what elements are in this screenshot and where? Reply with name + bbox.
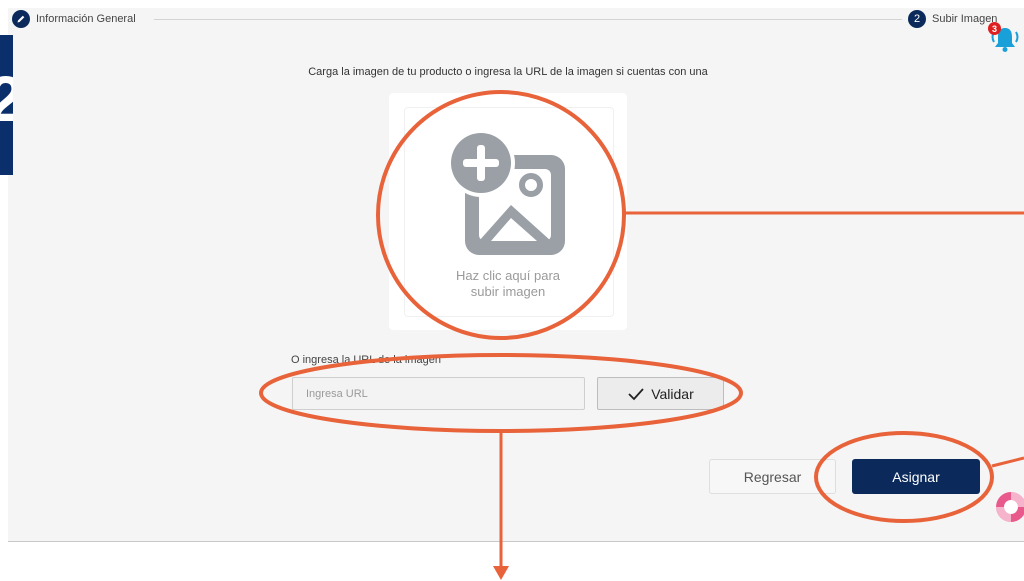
annotation-arrow-head: [493, 566, 509, 580]
check-icon: [628, 387, 644, 400]
side-tab[interactable]: 2: [0, 35, 13, 175]
assign-button[interactable]: Asignar: [852, 459, 980, 494]
step-subir-imagen[interactable]: 2 Subir Imagen: [908, 10, 997, 28]
url-label: O ingresa la URL de la imagen: [291, 354, 442, 366]
upload-hint-line2: subir imagen: [470, 284, 546, 299]
step-informacion-general[interactable]: Información General: [12, 10, 136, 28]
validate-label: Validar: [651, 385, 694, 402]
step-label: Información General: [36, 13, 136, 25]
instruction-text: Carga la imagen de tu producto o ingresa…: [308, 66, 708, 78]
help-button[interactable]: [994, 490, 1024, 524]
stepper-line: [154, 19, 902, 20]
side-tab-glyph: 2: [0, 67, 13, 131]
add-image-icon: [447, 129, 565, 255]
validate-button[interactable]: Validar: [597, 377, 724, 410]
upload-hint: Haz clic aquí para subir imagen: [389, 268, 627, 300]
step-number: 2: [908, 10, 926, 28]
notification-bell[interactable]: 3: [988, 22, 1022, 56]
notification-badge: 3: [988, 22, 1001, 35]
bottom-divider: [8, 541, 1024, 542]
upload-hint-line1: Haz clic aquí para: [455, 268, 561, 283]
image-upload-area[interactable]: Haz clic aquí para subir imagen: [389, 93, 627, 330]
pencil-icon: [12, 10, 30, 28]
lifebuoy-icon: [996, 492, 1024, 522]
back-button[interactable]: Regresar: [709, 459, 836, 494]
notification-count: 3: [991, 23, 997, 34]
url-input[interactable]: [292, 377, 585, 410]
